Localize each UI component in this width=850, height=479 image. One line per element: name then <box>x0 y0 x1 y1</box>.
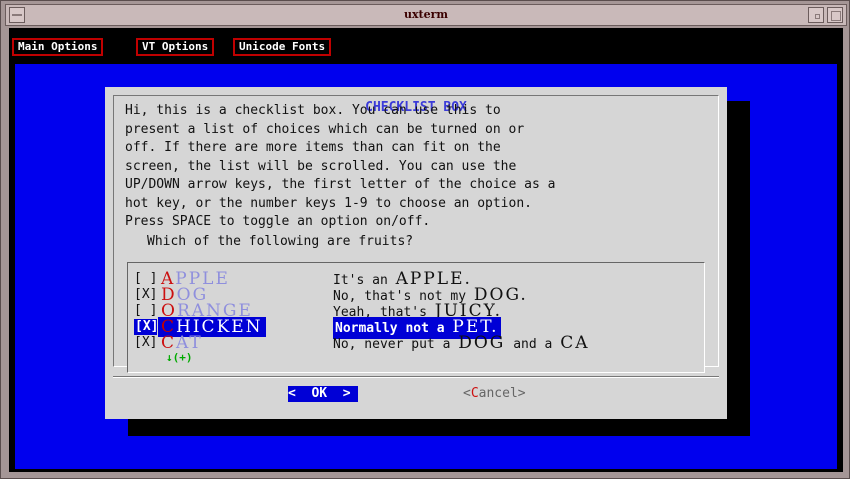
scroll-more-indicator: ↓(+) <box>166 351 193 364</box>
menu-main-options[interactable]: Main Options <box>12 38 104 56</box>
maximize-icon[interactable] <box>827 7 843 23</box>
window-title: uxterm <box>403 8 449 21</box>
title-bar[interactable]: uxterm <box>5 4 847 26</box>
tag-rest: AT <box>176 333 203 353</box>
checkbox[interactable]: [X] <box>134 287 164 303</box>
xterm-window: uxterm Main Options VT Options Unicode F… <box>0 0 850 479</box>
checkbox[interactable]: [ ] <box>134 271 164 287</box>
menu-bar: Main Options VT Options Unicode Fonts <box>9 28 843 62</box>
desc-text-post: and a <box>505 337 561 352</box>
checklist[interactable]: [ ] APPLE It's an APPLE. [X] DOG No, tha… <box>127 262 705 373</box>
desc-big-text-2: CA <box>560 333 590 353</box>
checkbox[interactable]: [X] <box>134 335 164 351</box>
minimize-icon[interactable] <box>808 7 824 23</box>
checklist-dialog: CHECKLIST BOX Hi, this is a checklist bo… <box>105 87 727 419</box>
cancel-open: < <box>463 386 471 401</box>
dialog-description: Hi, this is a checklist box. You can use… <box>125 103 556 229</box>
cancel-rest: ancel> <box>478 386 526 401</box>
dialog-question: Which of the following are fruits? <box>147 234 414 249</box>
menu-unicode-fonts[interactable]: Unicode Fonts <box>233 38 332 56</box>
ok-button[interactable]: < OK > <box>288 386 358 402</box>
item-tag: CAT <box>161 333 203 353</box>
item-description: No, never put a DOG and a CA <box>333 333 589 355</box>
hotkey-letter: C <box>161 333 177 353</box>
button-separator <box>113 376 719 378</box>
desc-text: No, never put a <box>333 337 459 352</box>
list-item-cat[interactable]: [X] CAT No, never put a DOG and a CA <box>134 333 694 353</box>
cancel-hotkey: C <box>470 386 479 401</box>
menu-vt-options[interactable]: VT Options <box>136 38 215 56</box>
checkbox[interactable]: [X] <box>134 319 158 335</box>
cancel-button[interactable]: <Cancel> <box>463 386 526 402</box>
desc-big-text: DOG <box>458 333 506 353</box>
